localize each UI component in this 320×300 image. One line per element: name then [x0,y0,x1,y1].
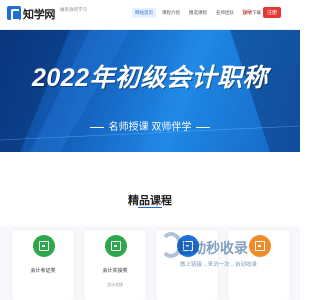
course-card-accounting-cert[interactable]: 会计考证类 [12,230,74,300]
section-title: 精品课程 [128,195,172,207]
banner-subtitle: 名师授课 双师伴学 [0,118,300,133]
course-card-note: 会计实操 [107,282,123,287]
site-header: 知学网 做有效的学习 网站首页 课程介绍 精选课程 名师团队 APP下载 登陆 … [0,0,300,30]
course-card-label: 会计考证类 [30,268,56,274]
course-card-accounting-practice[interactable]: 会计实操类 会计实操 [84,230,146,300]
login-link[interactable]: 登陆 [242,9,252,16]
calculator-icon [105,235,127,257]
nav-item-teachers[interactable]: 名师团队 [213,8,237,18]
hero-banner[interactable]: 2022年初级会计职称 名师授课 双师伴学 [0,30,300,152]
course-card-label: 会计实操类 [102,268,128,274]
subtitle-left-line [89,126,104,128]
logo-icon[interactable] [7,6,21,21]
watermark-subtitle: 做上链接→来访一次→自动收录 [180,262,258,268]
register-button[interactable]: 注册 [263,7,282,18]
watermark-overlay: 自动秒收录 做上链接→来访一次→自动收录 [160,230,300,278]
nav-item-home[interactable]: 网站首页 [132,8,156,18]
banner-title: 2022年初级会计职称 [31,64,269,92]
page: 知学网 做有效的学习 网站首页 课程介绍 精选课程 名师团队 APP下载 登陆 … [0,0,300,300]
brand-slogan: 做有效的学习 [60,7,87,12]
subtitle-right-line [196,126,211,128]
nav-item-featured-courses[interactable]: 精选课程 [186,8,210,18]
section-title-underline [138,207,162,208]
nav-item-courses-intro[interactable]: 课程介绍 [159,8,183,18]
watermark-title: 自动秒收录 [178,240,248,256]
brand-name[interactable]: 知学网 [23,6,55,22]
banner-subtitle-text: 名师授课 双师伴学 [108,122,192,133]
image-icon [33,235,55,257]
